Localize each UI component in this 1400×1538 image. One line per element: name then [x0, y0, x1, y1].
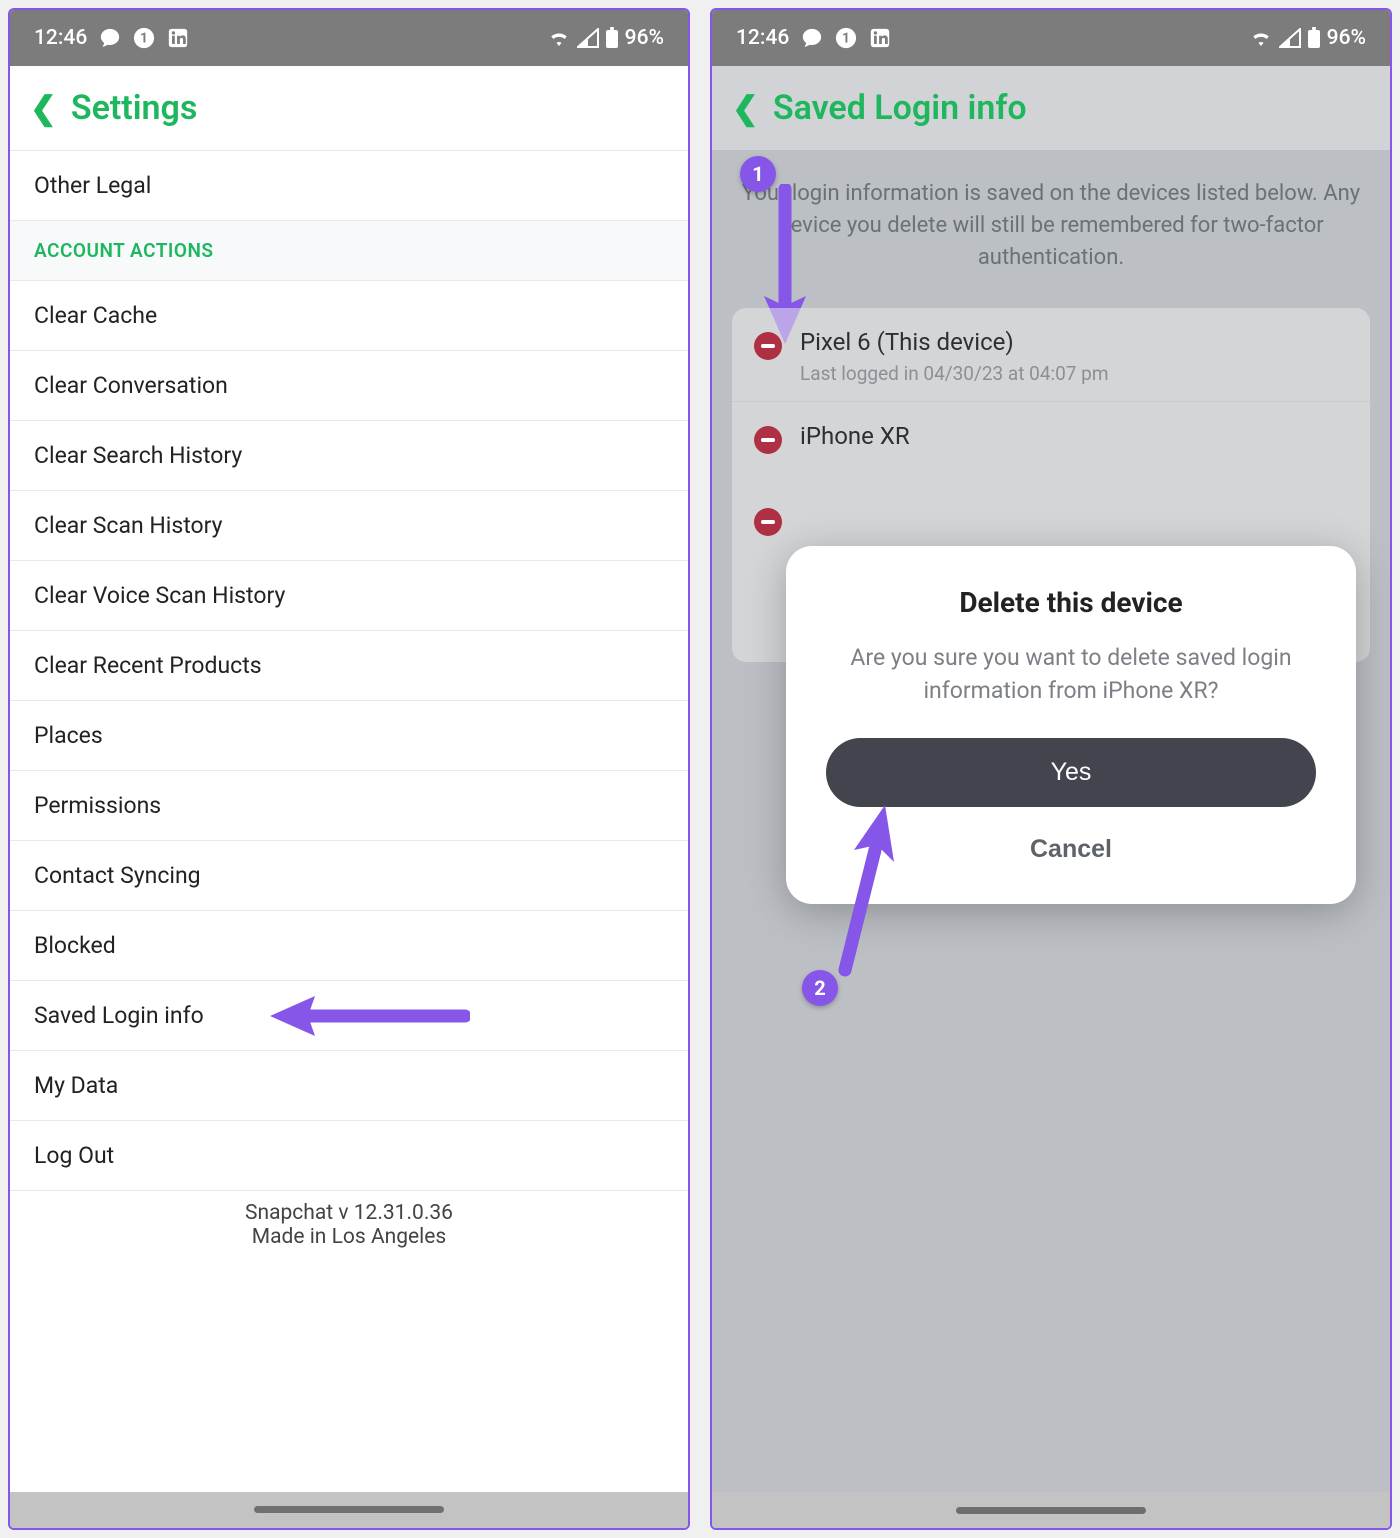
battery-icon	[1307, 27, 1321, 49]
remove-device-icon[interactable]	[754, 332, 782, 360]
row-blocked[interactable]: Blocked	[10, 911, 688, 981]
status-time: 12:46	[34, 26, 87, 50]
row-clear-cache[interactable]: Clear Cache	[10, 281, 688, 351]
status-battery: 96%	[1327, 26, 1366, 50]
battery-icon	[605, 27, 619, 49]
nav-bar-bg	[10, 1492, 688, 1528]
annotation-badge-2: 2	[802, 970, 838, 1006]
row-clear-recent-products[interactable]: Clear Recent Products	[10, 631, 688, 701]
row-label: Clear Search History	[34, 442, 242, 469]
device-row	[732, 470, 1370, 552]
phone-saved-login: 12:46 1 96% ❮ Saved Login info Y	[710, 8, 1392, 1530]
row-label: Clear Conversation	[34, 372, 228, 399]
remove-device-icon[interactable]	[754, 426, 782, 454]
row-label: Places	[34, 722, 103, 749]
row-label: Clear Recent Products	[34, 652, 262, 679]
back-chevron-icon[interactable]: ❮	[732, 92, 759, 124]
annotation-arrow-icon	[260, 991, 470, 1041]
delete-device-modal: Delete this device Are you sure you want…	[786, 546, 1356, 904]
svg-text:1: 1	[842, 31, 850, 47]
chat-bubble-icon	[99, 27, 121, 49]
svg-text:1: 1	[140, 31, 148, 47]
device-name: iPhone XR	[800, 422, 910, 450]
row-my-data[interactable]: My Data	[10, 1051, 688, 1121]
device-sub: Last logged in 04/30/23 at 04:07 pm	[800, 362, 1109, 385]
annotation-badge-1: 1	[740, 156, 776, 192]
signal-icon	[1279, 28, 1301, 48]
row-label: Clear Cache	[34, 302, 157, 329]
linkedin-icon	[869, 27, 891, 49]
phone-settings: 12:46 1 96% ❮ Settings	[8, 8, 690, 1530]
device-row: Pixel 6 (This device) Last logged in 04/…	[732, 308, 1370, 402]
row-label: Clear Voice Scan History	[34, 582, 285, 609]
row-log-out[interactable]: Log Out	[10, 1121, 688, 1191]
back-chevron-icon[interactable]: ❮	[30, 92, 57, 124]
linkedin-icon	[167, 27, 189, 49]
one-badge-icon: 1	[133, 27, 155, 49]
row-label: My Data	[34, 1072, 118, 1099]
row-clear-conversation[interactable]: Clear Conversation	[10, 351, 688, 421]
signal-icon	[577, 28, 599, 48]
home-indicator[interactable]	[956, 1507, 1146, 1514]
wifi-icon	[547, 28, 571, 48]
row-contact-syncing[interactable]: Contact Syncing	[10, 841, 688, 911]
app-footer: Snapchat v 12.31.0.36 Made in Los Angele…	[10, 1191, 688, 1279]
footer-made: Made in Los Angeles	[10, 1225, 688, 1249]
row-clear-voice-scan-history[interactable]: Clear Voice Scan History	[10, 561, 688, 631]
device-row: iPhone XR	[732, 402, 1370, 470]
row-label: Saved Login info	[34, 1002, 204, 1029]
row-label: Blocked	[34, 932, 116, 959]
modal-body: Are you sure you want to delete saved lo…	[826, 641, 1316, 708]
page-title: Settings	[71, 88, 198, 128]
row-clear-scan-history[interactable]: Clear Scan History	[10, 491, 688, 561]
row-permissions[interactable]: Permissions	[10, 771, 688, 841]
header: ❮ Saved Login info	[712, 66, 1390, 150]
status-bar: 12:46 1 96%	[10, 10, 688, 66]
row-saved-login-info[interactable]: Saved Login info	[10, 981, 688, 1051]
content: Your login information is saved on the d…	[712, 150, 1390, 1528]
intro-text: Your login information is saved on the d…	[712, 150, 1390, 308]
row-places[interactable]: Places	[10, 701, 688, 771]
section-account-actions: ACCOUNT ACTIONS	[10, 221, 688, 281]
settings-list[interactable]: Other Legal ACCOUNT ACTIONS Clear Cache …	[10, 150, 688, 1492]
wifi-icon	[1249, 28, 1273, 48]
device-name: Pixel 6 (This device)	[800, 328, 1109, 356]
cancel-button[interactable]: Cancel	[826, 825, 1316, 874]
status-bar: 12:46 1 96%	[712, 10, 1390, 66]
one-badge-icon: 1	[835, 27, 857, 49]
page-title: Saved Login info	[773, 88, 1027, 128]
row-label: Clear Scan History	[34, 512, 223, 539]
status-time: 12:46	[736, 26, 789, 50]
row-label: Permissions	[34, 792, 161, 819]
status-battery: 96%	[625, 26, 664, 50]
modal-title: Delete this device	[826, 586, 1316, 619]
row-other-legal[interactable]: Other Legal	[10, 150, 688, 221]
footer-version: Snapchat v 12.31.0.36	[10, 1201, 688, 1225]
row-label: Contact Syncing	[34, 862, 201, 889]
chat-bubble-icon	[801, 27, 823, 49]
remove-device-icon[interactable]	[754, 508, 782, 536]
home-indicator[interactable]	[254, 1506, 444, 1513]
row-clear-search-history[interactable]: Clear Search History	[10, 421, 688, 491]
header: ❮ Settings	[10, 66, 688, 150]
row-label: Log Out	[34, 1142, 114, 1169]
row-label: Other Legal	[34, 172, 151, 199]
yes-button[interactable]: Yes	[826, 738, 1316, 807]
